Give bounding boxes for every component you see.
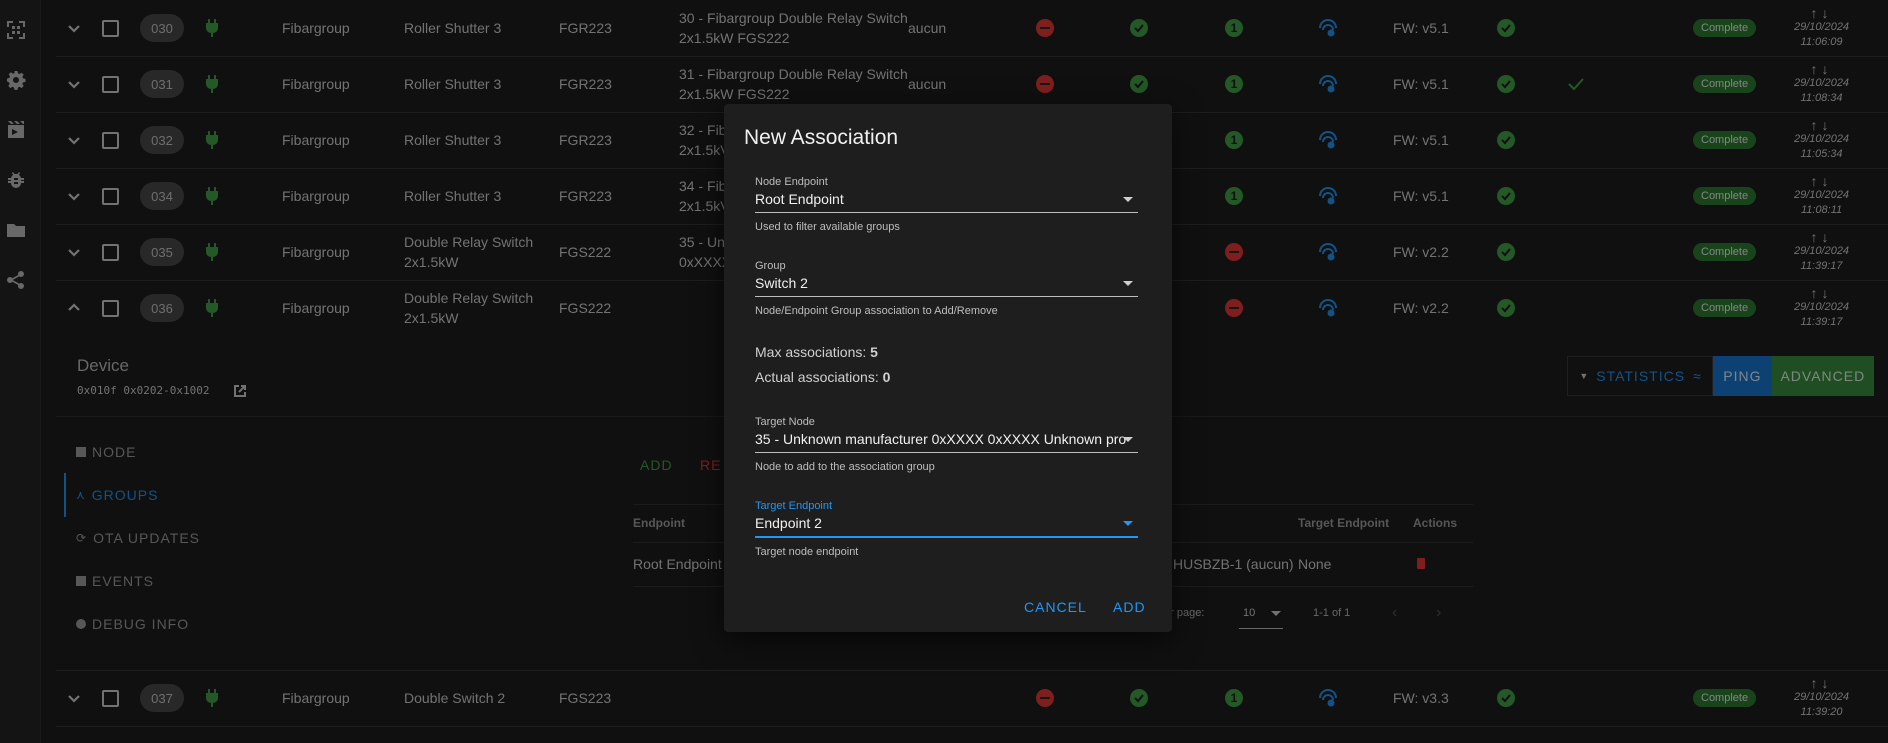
max-associations: Max associations: 5 xyxy=(755,344,878,360)
caret-down-icon xyxy=(1123,521,1133,526)
cancel-button[interactable]: CANCEL xyxy=(1024,599,1087,615)
caret-down-icon xyxy=(1123,281,1133,286)
caret-down-icon xyxy=(1123,197,1133,202)
node-endpoint-select[interactable]: Node Endpoint Root Endpoint Used to filt… xyxy=(755,176,1138,233)
group-select[interactable]: Group Switch 2 Node/Endpoint Group assoc… xyxy=(755,260,1138,317)
caret-down-icon xyxy=(1123,437,1133,442)
dialog-title: New Association xyxy=(744,126,899,149)
target-node-select[interactable]: Target Node 35 - Unknown manufacturer 0x… xyxy=(755,416,1138,473)
target-endpoint-select[interactable]: Target Endpoint Endpoint 2 Target node e… xyxy=(755,500,1138,558)
actual-associations: Actual associations: 0 xyxy=(755,369,891,385)
add-button[interactable]: ADD xyxy=(1113,599,1146,615)
new-association-dialog: New Association Node Endpoint Root Endpo… xyxy=(724,104,1172,632)
